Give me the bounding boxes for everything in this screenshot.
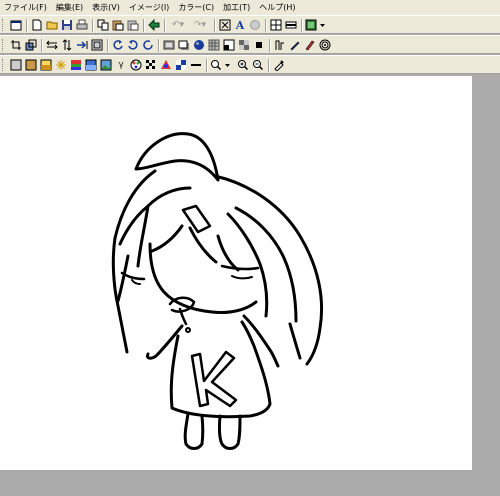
toolbar-grip[interactable] — [2, 39, 5, 51]
color-balance-icon[interactable] — [159, 58, 173, 72]
color-bars-icon[interactable] — [84, 58, 98, 72]
toolbar-grip[interactable] — [2, 59, 5, 71]
menu-edit[interactable]: 編集(E) — [52, 0, 88, 15]
dither-icon[interactable] — [144, 58, 158, 72]
ruler-icon[interactable] — [284, 18, 298, 32]
frame-icon[interactable] — [90, 38, 104, 52]
menu-view[interactable]: 表示(V) — [88, 0, 125, 15]
rotate-left-icon[interactable] — [111, 38, 125, 52]
arrow-right-icon[interactable] — [75, 38, 89, 52]
brush-icon[interactable] — [303, 38, 317, 52]
mosaic-icon[interactable] — [237, 38, 251, 52]
crop-icon[interactable] — [9, 38, 23, 52]
toolbar-main: ↶▾ ↷▾ A — [0, 15, 500, 34]
pattern-icon[interactable] — [207, 38, 221, 52]
sepia-icon[interactable] — [24, 58, 38, 72]
new-file-icon[interactable] — [30, 18, 44, 32]
zoom-in-icon[interactable] — [236, 58, 250, 72]
black-square-icon[interactable] — [252, 38, 266, 52]
rotate-icon[interactable] — [141, 38, 155, 52]
paste-icon[interactable] — [111, 18, 125, 32]
brightness-icon[interactable] — [39, 58, 53, 72]
image-canvas[interactable] — [0, 76, 472, 470]
text-icon[interactable]: A — [233, 18, 247, 32]
image-icon[interactable] — [99, 58, 113, 72]
toolbar-edit — [0, 35, 500, 54]
zoom-out-icon[interactable] — [251, 58, 265, 72]
workspace — [0, 76, 500, 496]
gradient-icon[interactable] — [69, 58, 83, 72]
invert-icon[interactable] — [174, 58, 188, 72]
undo-icon[interactable]: ↶▾ — [168, 18, 188, 32]
save-icon[interactable] — [60, 18, 74, 32]
gray-icon[interactable] — [9, 58, 23, 72]
sphere-icon[interactable] — [192, 38, 206, 52]
sparkle-icon[interactable] — [54, 58, 68, 72]
paste-new-icon[interactable] — [126, 18, 140, 32]
menu-image[interactable]: イメージ(I) — [125, 0, 174, 15]
rotate-right-icon[interactable] — [126, 38, 140, 52]
zoom-dropdown-icon[interactable] — [210, 58, 234, 72]
color-select-icon[interactable] — [305, 18, 327, 32]
toolbar-color: γ — [0, 55, 500, 74]
capture-icon[interactable] — [147, 18, 161, 32]
eyedropper-icon[interactable] — [272, 58, 286, 72]
resize-icon[interactable] — [24, 38, 38, 52]
pen-icon[interactable] — [288, 38, 302, 52]
copy-icon[interactable] — [96, 18, 110, 32]
open-folder-icon[interactable] — [45, 18, 59, 32]
new-window-icon[interactable] — [9, 18, 23, 32]
redo-icon[interactable]: ↷▾ — [190, 18, 210, 32]
menu-help[interactable]: ヘルプ(H) — [255, 0, 300, 15]
circle-icon[interactable] — [248, 18, 262, 32]
menu-color[interactable]: カラー(C) — [174, 0, 219, 15]
mask-icon[interactable] — [222, 38, 236, 52]
print-icon[interactable] — [75, 18, 89, 32]
flip-horizontal-icon[interactable] — [60, 38, 74, 52]
sharpen-icon[interactable] — [273, 38, 287, 52]
shadow-icon[interactable] — [177, 38, 191, 52]
menu-process[interactable]: 加工(T) — [219, 0, 255, 15]
menu-file[interactable]: ファイル(F) — [0, 0, 52, 15]
emboss-icon[interactable] — [162, 38, 176, 52]
fit-icon[interactable] — [218, 18, 232, 32]
spiral-icon[interactable] — [318, 38, 332, 52]
menu-bar: ファイル(F) 編集(E) 表示(V) イメージ(I) カラー(C) 加工(T)… — [0, 0, 500, 15]
grid-icon[interactable] — [269, 18, 283, 32]
toolbar-grip[interactable] — [2, 19, 5, 31]
flip-vertical-icon[interactable] — [45, 38, 59, 52]
levels-icon[interactable] — [189, 58, 203, 72]
palette-icon[interactable] — [129, 58, 143, 72]
gamma-icon[interactable]: γ — [114, 58, 128, 72]
chibi-drawing — [111, 132, 324, 450]
